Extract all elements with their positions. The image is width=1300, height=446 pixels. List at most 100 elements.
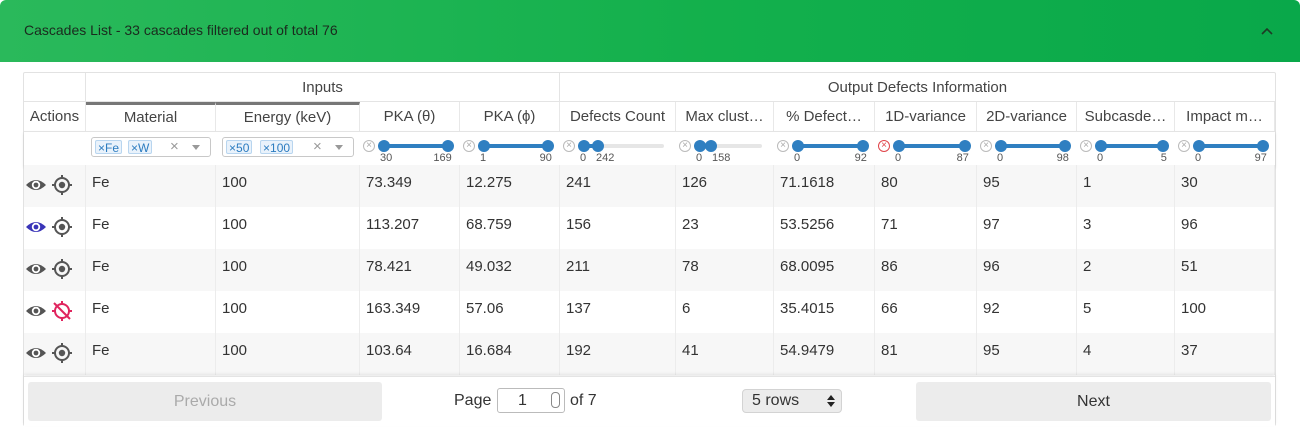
range-handle-min[interactable] [378, 140, 390, 152]
range-handle-min[interactable] [995, 140, 1007, 152]
range-handle-max[interactable] [857, 140, 869, 152]
table-row[interactable]: Fe 100 113.207 68.759 156 23 53.5256 71 97 3 96 [24, 207, 1275, 249]
material-chip-fe[interactable]: ×Fe [95, 140, 123, 155]
next-button[interactable]: Next [916, 382, 1271, 421]
range-min-label: 0 [895, 152, 902, 164]
eye-icon[interactable] [25, 176, 47, 194]
panel-header[interactable]: Cascades List - 33 cascades filtered out… [0, 0, 1300, 62]
caret-down-icon[interactable] [335, 145, 343, 150]
range-handle-max[interactable] [1157, 140, 1169, 152]
eye-icon[interactable] [25, 302, 47, 320]
clear-icon[interactable]: × [313, 139, 322, 155]
table-cell: 163.349 [360, 291, 460, 333]
page-input[interactable]: 1 [497, 388, 565, 413]
table-cell: 100 [216, 249, 360, 291]
table-row[interactable]: Fe 100 73.349 12.275 241 126 71.1618 80 95 1 30 [24, 165, 1275, 207]
caret-down-icon[interactable] [192, 145, 200, 150]
actions-cell [24, 207, 86, 249]
range-min-label: 30 [380, 152, 393, 164]
clear-range-icon[interactable]: × [563, 140, 575, 152]
clear-range-icon[interactable]: × [1080, 140, 1092, 152]
range-handle-min[interactable] [578, 140, 590, 152]
clear-range-icon[interactable]: × [878, 140, 890, 152]
table-row[interactable]: Fe 100 103.64 16.684 192 41 54.9479 81 95 4 37 [24, 333, 1275, 375]
energy-filter-select[interactable]: ×50 ×100 × [222, 137, 354, 157]
range-fill [384, 144, 448, 148]
table-cell: 241 [560, 165, 676, 207]
table-cell: 16.684 [460, 333, 560, 375]
column-header-6[interactable]: Max clust… [676, 102, 774, 131]
chevron-up-icon[interactable] [1258, 22, 1276, 40]
clear-range-icon[interactable]: × [363, 140, 375, 152]
clear-range-icon[interactable]: × [980, 140, 992, 152]
material-chip-w[interactable]: ×W [128, 140, 153, 155]
column-header-10[interactable]: Subcasde… [1077, 102, 1175, 131]
table-cell: 49.032 [460, 249, 560, 291]
table-cell: 68.0095 [774, 249, 875, 291]
group-header-inputs: Inputs [86, 73, 560, 102]
range-handle-min[interactable] [478, 140, 490, 152]
column-header-3[interactable]: PKA (θ) [360, 102, 460, 131]
table-cell: 126 [676, 165, 774, 207]
range-handle-max[interactable] [704, 140, 717, 152]
clear-range-icon[interactable]: × [1178, 140, 1190, 152]
range-handle-min[interactable] [1193, 140, 1205, 152]
previous-button[interactable]: Previous [28, 382, 382, 421]
table-cell: 95 [977, 165, 1077, 207]
table-cell: Fe [86, 207, 216, 249]
column-header-5[interactable]: Defects Count [560, 102, 676, 131]
table-cell: 103.64 [360, 333, 460, 375]
table-cell: Fe [86, 165, 216, 207]
eye-icon[interactable] [25, 218, 47, 236]
column-header-11[interactable]: Impact m… [1175, 102, 1275, 131]
range-handle-min[interactable] [893, 140, 905, 152]
energy-chip-100[interactable]: ×100 [260, 140, 294, 155]
clear-range-icon[interactable]: × [777, 140, 789, 152]
range-min-label: 0 [1097, 152, 1104, 164]
column-header-9[interactable]: 2D-variance [977, 102, 1077, 131]
range-handle-max[interactable] [1059, 140, 1071, 152]
range-handle-max[interactable] [542, 140, 554, 152]
table-row[interactable]: Fe 100 78.421 49.032 211 78 68.0095 86 96 2 51 [24, 249, 1275, 291]
eye-icon[interactable] [25, 344, 47, 362]
target-icon[interactable] [51, 216, 73, 238]
table-cell: 53.5256 [774, 207, 875, 249]
target-icon[interactable] [51, 258, 73, 280]
column-header-actions[interactable]: Actions [24, 102, 86, 131]
range-min-label: 0 [696, 152, 703, 164]
table-cell: 113.207 [360, 207, 460, 249]
table-cell: Fe [86, 333, 216, 375]
range-handle-max[interactable] [442, 140, 454, 152]
range-max-label: 158 [712, 152, 731, 164]
rows-per-page-select[interactable]: 5 rows [742, 389, 842, 413]
page-label: Page [454, 392, 492, 409]
range-fill [484, 144, 548, 148]
range-handle-min[interactable] [1095, 140, 1107, 152]
column-header-1[interactable]: Material [86, 102, 216, 131]
range-handle-min[interactable] [792, 140, 804, 152]
table-cell: 12.275 [460, 165, 560, 207]
table-cell: 95 [977, 333, 1077, 375]
clear-icon[interactable]: × [170, 139, 179, 155]
range-handle-max[interactable] [959, 140, 971, 152]
target-off-icon[interactable] [51, 300, 73, 322]
column-header-8[interactable]: 1D-variance [875, 102, 977, 131]
range-max-label: 90 [539, 152, 552, 164]
range-handle-max[interactable] [591, 140, 604, 152]
clear-range-icon[interactable]: × [463, 140, 475, 152]
eye-icon[interactable] [25, 260, 47, 278]
page-input-value: 1 [518, 392, 527, 409]
column-header-7[interactable]: % Defect… [774, 102, 875, 131]
column-header-2[interactable]: Energy (keV) [216, 102, 360, 131]
range-handle-max[interactable] [1257, 140, 1269, 152]
column-header-4[interactable]: PKA (ϕ) [460, 102, 560, 131]
cascades-table: Inputs Output Defects Information Action… [23, 72, 1276, 426]
target-icon[interactable] [51, 174, 73, 196]
material-filter-select[interactable]: ×Fe ×W × [91, 137, 211, 157]
target-icon[interactable] [51, 342, 73, 364]
clear-range-icon[interactable]: × [679, 140, 691, 152]
stepper-icon[interactable] [551, 392, 560, 408]
energy-chip-50[interactable]: ×50 [226, 140, 253, 155]
table-row[interactable]: Fe 100 163.349 57.06 137 6 35.4015 66 92 5 100 [24, 291, 1275, 333]
table-cell: 71.1618 [774, 165, 875, 207]
